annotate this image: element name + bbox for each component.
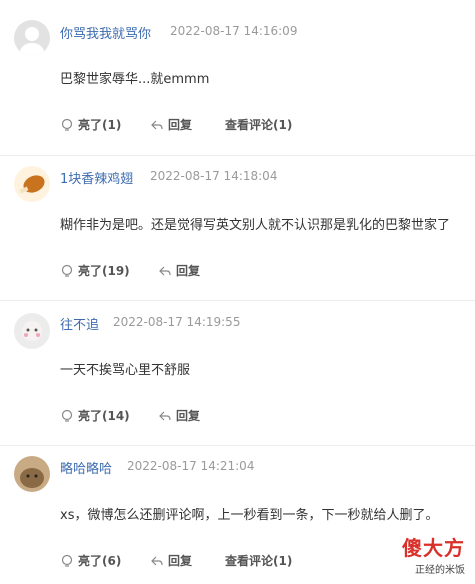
like-button[interactable]: 亮了(6) bbox=[60, 552, 121, 569]
reply-button[interactable]: 回复 bbox=[150, 116, 192, 133]
avatar[interactable] bbox=[14, 313, 50, 349]
timestamp: 2022-08-17 14:19:55 bbox=[113, 315, 241, 329]
username[interactable]: 往不追 bbox=[60, 314, 99, 333]
comment-3: 往不追 2022-08-17 14:19:55 一天不挨骂心里不舒服 亮了(14… bbox=[0, 301, 475, 446]
like-button[interactable]: 亮了(1) bbox=[60, 116, 121, 133]
comment-text: xs，微博怎么还删评论啊，上一秒看到一条，下一秒就给人删了。 bbox=[60, 508, 439, 523]
watermark-subtitle: 正经的米饭 bbox=[402, 561, 465, 576]
reply-arrow-icon bbox=[159, 266, 171, 275]
reply-arrow-icon bbox=[159, 411, 171, 420]
comment-2: 1块香辣鸡翅 2022-08-17 14:18:04 糊作非为是吧。还是觉得写英… bbox=[0, 156, 475, 301]
comment-1: 你骂我我就骂你 2022-08-17 14:16:09 巴黎世家辱华...就em… bbox=[0, 0, 475, 155]
watermark-title: 傻大方 bbox=[402, 532, 465, 561]
reply-button[interactable]: 回复 bbox=[150, 552, 192, 569]
timestamp: 2022-08-17 14:18:04 bbox=[150, 169, 278, 183]
username[interactable]: 略哈略哈 bbox=[60, 458, 112, 477]
timestamp: 2022-08-17 14:21:04 bbox=[127, 459, 255, 473]
view-comments-label: 查看评论(1) bbox=[225, 118, 293, 132]
avatar[interactable] bbox=[14, 20, 50, 56]
reply-label: 回复 bbox=[168, 118, 193, 132]
chicken-wing-icon bbox=[19, 175, 45, 194]
comment-text: 一天不挨骂心里不舒服 bbox=[60, 363, 191, 378]
view-comments-button[interactable]: 查看评论(1) bbox=[225, 552, 292, 569]
username[interactable]: 你骂我我就骂你 bbox=[60, 23, 151, 42]
like-label: 亮了(1) bbox=[78, 118, 122, 132]
lightbulb-icon bbox=[61, 118, 73, 131]
like-label: 亮了(19) bbox=[78, 264, 130, 278]
watermark: 傻大方 正经的米饭 bbox=[402, 532, 465, 576]
cat-avatar-icon bbox=[20, 468, 44, 488]
like-label: 亮了(6) bbox=[78, 554, 122, 568]
view-comments-button[interactable]: 查看评论(1) bbox=[225, 116, 292, 133]
view-comments-label: 查看评论(1) bbox=[225, 554, 293, 568]
username[interactable]: 1块香辣鸡翅 bbox=[60, 168, 133, 187]
reply-arrow-icon bbox=[151, 120, 163, 129]
reply-label: 回复 bbox=[176, 409, 201, 423]
comment-text: 糊作非为是吧。还是觉得写英文别人就不认识那是乳化的巴黎世家了 bbox=[60, 218, 451, 233]
reply-label: 回复 bbox=[168, 554, 193, 568]
lightbulb-icon bbox=[61, 409, 73, 422]
comment-text: 巴黎世家辱华...就emmm bbox=[60, 72, 210, 87]
avatar[interactable] bbox=[14, 456, 50, 492]
like-label: 亮了(14) bbox=[78, 409, 130, 423]
like-button[interactable]: 亮了(19) bbox=[60, 262, 130, 279]
cartoon-avatar-icon bbox=[22, 321, 42, 341]
timestamp: 2022-08-17 14:16:09 bbox=[170, 24, 298, 38]
like-button[interactable]: 亮了(14) bbox=[60, 407, 130, 424]
lightbulb-icon bbox=[61, 554, 73, 567]
avatar[interactable] bbox=[14, 166, 50, 202]
reply-label: 回复 bbox=[176, 264, 201, 278]
lightbulb-icon bbox=[61, 264, 73, 277]
reply-button[interactable]: 回复 bbox=[158, 407, 200, 424]
reply-arrow-icon bbox=[151, 556, 163, 565]
reply-button[interactable]: 回复 bbox=[158, 262, 200, 279]
default-user-icon bbox=[20, 27, 44, 56]
